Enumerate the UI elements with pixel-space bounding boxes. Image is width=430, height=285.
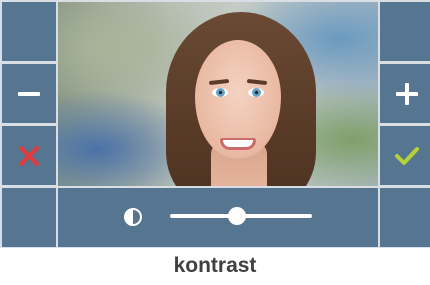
plus-button[interactable]: [380, 64, 430, 123]
confirm-button[interactable]: [380, 126, 430, 185]
minus-button[interactable]: [2, 64, 56, 123]
camera-video-feed: [58, 2, 378, 186]
right-bottom-button[interactable]: [380, 188, 430, 247]
person-eye: [212, 88, 228, 97]
right-top-button[interactable]: [380, 2, 430, 61]
setting-caption: kontrast: [173, 254, 257, 277]
left-bottom-button[interactable]: [2, 188, 56, 247]
person-mouth: [220, 138, 256, 150]
cancel-button[interactable]: [2, 126, 56, 185]
checkmark-icon: [395, 146, 419, 165]
contrast-slider-bar: [58, 188, 378, 247]
contrast-icon: [124, 208, 142, 226]
person-eye: [248, 88, 264, 97]
plus-icon: [396, 82, 418, 105]
minus-icon: [18, 91, 40, 96]
close-icon: [19, 145, 39, 166]
left-top-button[interactable]: [2, 2, 56, 61]
intercom-panel: [0, 0, 430, 248]
contrast-slider-thumb[interactable]: [227, 207, 246, 225]
